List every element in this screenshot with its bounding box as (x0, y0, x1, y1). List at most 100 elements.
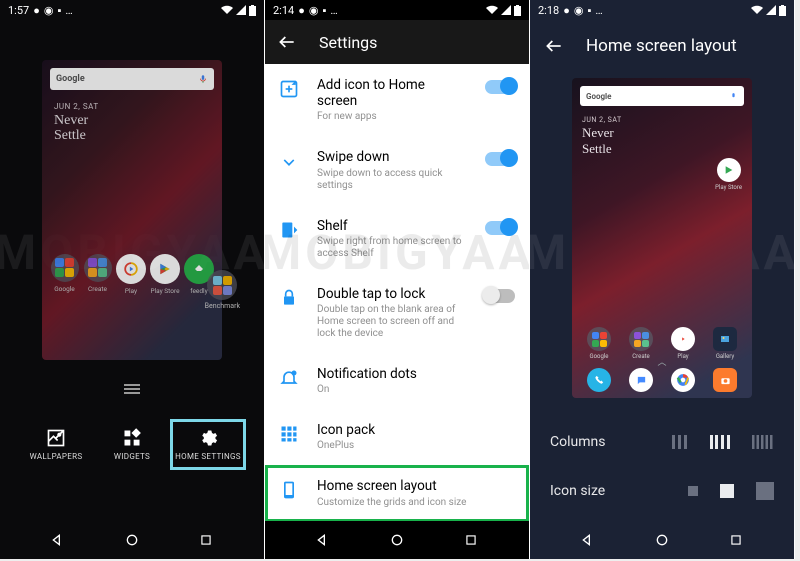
wallpapers-button[interactable]: WALLPAPERS (21, 422, 91, 467)
iconsize-option-medium[interactable] (720, 484, 734, 498)
gear-icon (198, 428, 218, 448)
tagline-1: Never (582, 125, 742, 141)
widgets-icon (122, 428, 142, 448)
row-shelf[interactable]: ShelfSwipe right from home screen to acc… (265, 205, 529, 273)
columns-option-5[interactable] (752, 435, 774, 449)
mic-icon (198, 74, 208, 84)
dock-camera (706, 368, 744, 392)
row-double-tap-lock[interactable]: Double tap to lockDouble tap on the blan… (265, 273, 529, 353)
nav-recent-icon[interactable] (197, 531, 215, 549)
mini-app: Play Store (715, 158, 742, 191)
mini-app-gallery: Gallery (706, 327, 744, 360)
page-title: Settings (319, 33, 377, 52)
lock-icon (279, 288, 299, 308)
row-home-screen-layout[interactable]: Home screen layoutCustomize the grids an… (265, 465, 529, 521)
back-icon[interactable] (544, 36, 564, 56)
nav-home-icon[interactable] (653, 531, 671, 549)
dock-messages (622, 368, 660, 392)
mini-app-create: Create (622, 327, 660, 360)
columns-option-3[interactable] (672, 435, 688, 449)
chevron-up-icon: ︿ (657, 355, 666, 368)
row-notification-dots[interactable]: Notification dotsOn (265, 353, 529, 409)
date-label: JUN 2, SAT (54, 102, 210, 111)
nav-recent-icon[interactable] (727, 531, 745, 549)
homescreen-preview[interactable]: Google JUN 2, SAT Never Settle Benchmark… (42, 60, 222, 360)
status-bar: 2:14 ● ◉ ▪ … (265, 0, 529, 20)
nav-back-icon[interactable] (579, 531, 597, 549)
screen-settings: 2:14 ● ◉ ▪ … Settings MOBIGYAA Add icon … (265, 0, 530, 559)
signal-icon (766, 5, 776, 15)
columns-control: Columns (550, 418, 774, 466)
mic-icon (729, 92, 738, 101)
screen-home-layout: 2:18 ● ◉ ▪ … Home screen layout MOBIGYAA… (530, 0, 795, 559)
tagline-2: Settle (582, 141, 742, 157)
app-create[interactable]: Create (83, 254, 112, 295)
preview-dock (580, 368, 744, 392)
shelf-icon (279, 220, 299, 240)
search-bar: Google (580, 86, 744, 106)
iconsize-control: Icon size (550, 466, 774, 516)
toggle[interactable] (485, 289, 515, 303)
status-chat-icon: ● (298, 4, 305, 17)
status-more-icon: ▪ (57, 4, 61, 17)
settings-list: Add icon to Home screenFor new apps Swip… (265, 64, 529, 559)
plus-box-icon (279, 79, 299, 99)
status-more-icon: ▪ (322, 4, 326, 17)
row-swipe-down[interactable]: Swipe downSwipe down to access quick set… (265, 136, 529, 204)
nav-back-icon[interactable] (49, 531, 67, 549)
status-more-icon: ▪ (587, 4, 591, 17)
row-icon-pack[interactable]: Icon packOnePlus (265, 409, 529, 465)
wifi-icon (751, 5, 763, 15)
app-play[interactable]: Play (116, 254, 146, 295)
layout-header: Home screen layout (530, 20, 794, 72)
iconsize-option-large[interactable] (756, 482, 774, 500)
search-bar[interactable]: Google (50, 68, 214, 90)
nav-bar (0, 521, 264, 559)
back-icon[interactable] (277, 32, 297, 52)
status-chat-icon: ● (563, 4, 570, 17)
nav-home-icon[interactable] (388, 531, 406, 549)
home-settings-button[interactable]: HOME SETTINGS (173, 422, 243, 467)
nav-home-icon[interactable] (123, 531, 141, 549)
tagline-1: Never (54, 113, 210, 128)
row-add-icon[interactable]: Add icon to Home screenFor new apps (265, 64, 529, 136)
dock-row: Google Create Play Play Store feedly (50, 254, 214, 295)
widgets-button[interactable]: WIDGETS (97, 422, 167, 467)
status-app-icon: ◉ (309, 4, 319, 17)
status-time: 2:18 (538, 4, 559, 17)
app-google[interactable]: Google (50, 254, 79, 295)
layout-controls: Columns Icon size (530, 418, 794, 516)
settings-header: Settings (265, 20, 529, 64)
toggle[interactable] (485, 221, 515, 235)
toggle[interactable] (485, 152, 515, 166)
wifi-icon (221, 5, 233, 15)
dock-chrome (664, 368, 702, 392)
status-overflow: … (595, 4, 602, 17)
iconsize-option-small[interactable] (688, 486, 698, 496)
search-placeholder: Google (56, 74, 85, 84)
grid-icon (279, 424, 299, 444)
status-chat-icon: ● (33, 4, 40, 17)
status-time: 2:14 (273, 4, 294, 17)
columns-label: Columns (550, 434, 605, 450)
folder-benchmark[interactable]: Benchmark (205, 270, 240, 310)
battery-icon (779, 5, 786, 16)
wallpaper-icon (46, 428, 66, 448)
columns-option-4[interactable] (710, 435, 730, 449)
phone-icon (279, 480, 299, 500)
bell-icon (279, 368, 299, 388)
battery-icon (514, 5, 521, 16)
mini-app-play: Play (664, 327, 702, 360)
nav-bar (530, 521, 794, 559)
folder-label: Benchmark (205, 302, 240, 310)
status-overflow: … (65, 4, 72, 17)
nav-back-icon[interactable] (314, 531, 332, 549)
signal-icon (501, 5, 511, 15)
nav-recent-icon[interactable] (462, 531, 480, 549)
status-app-icon: ◉ (574, 4, 584, 17)
app-playstore[interactable]: Play Store (150, 254, 180, 295)
toggle[interactable] (485, 80, 515, 94)
nav-bar (265, 521, 529, 559)
drag-handle-icon[interactable] (123, 384, 141, 394)
editor-buttons: WALLPAPERS WIDGETS HOME SETTINGS (0, 422, 264, 467)
